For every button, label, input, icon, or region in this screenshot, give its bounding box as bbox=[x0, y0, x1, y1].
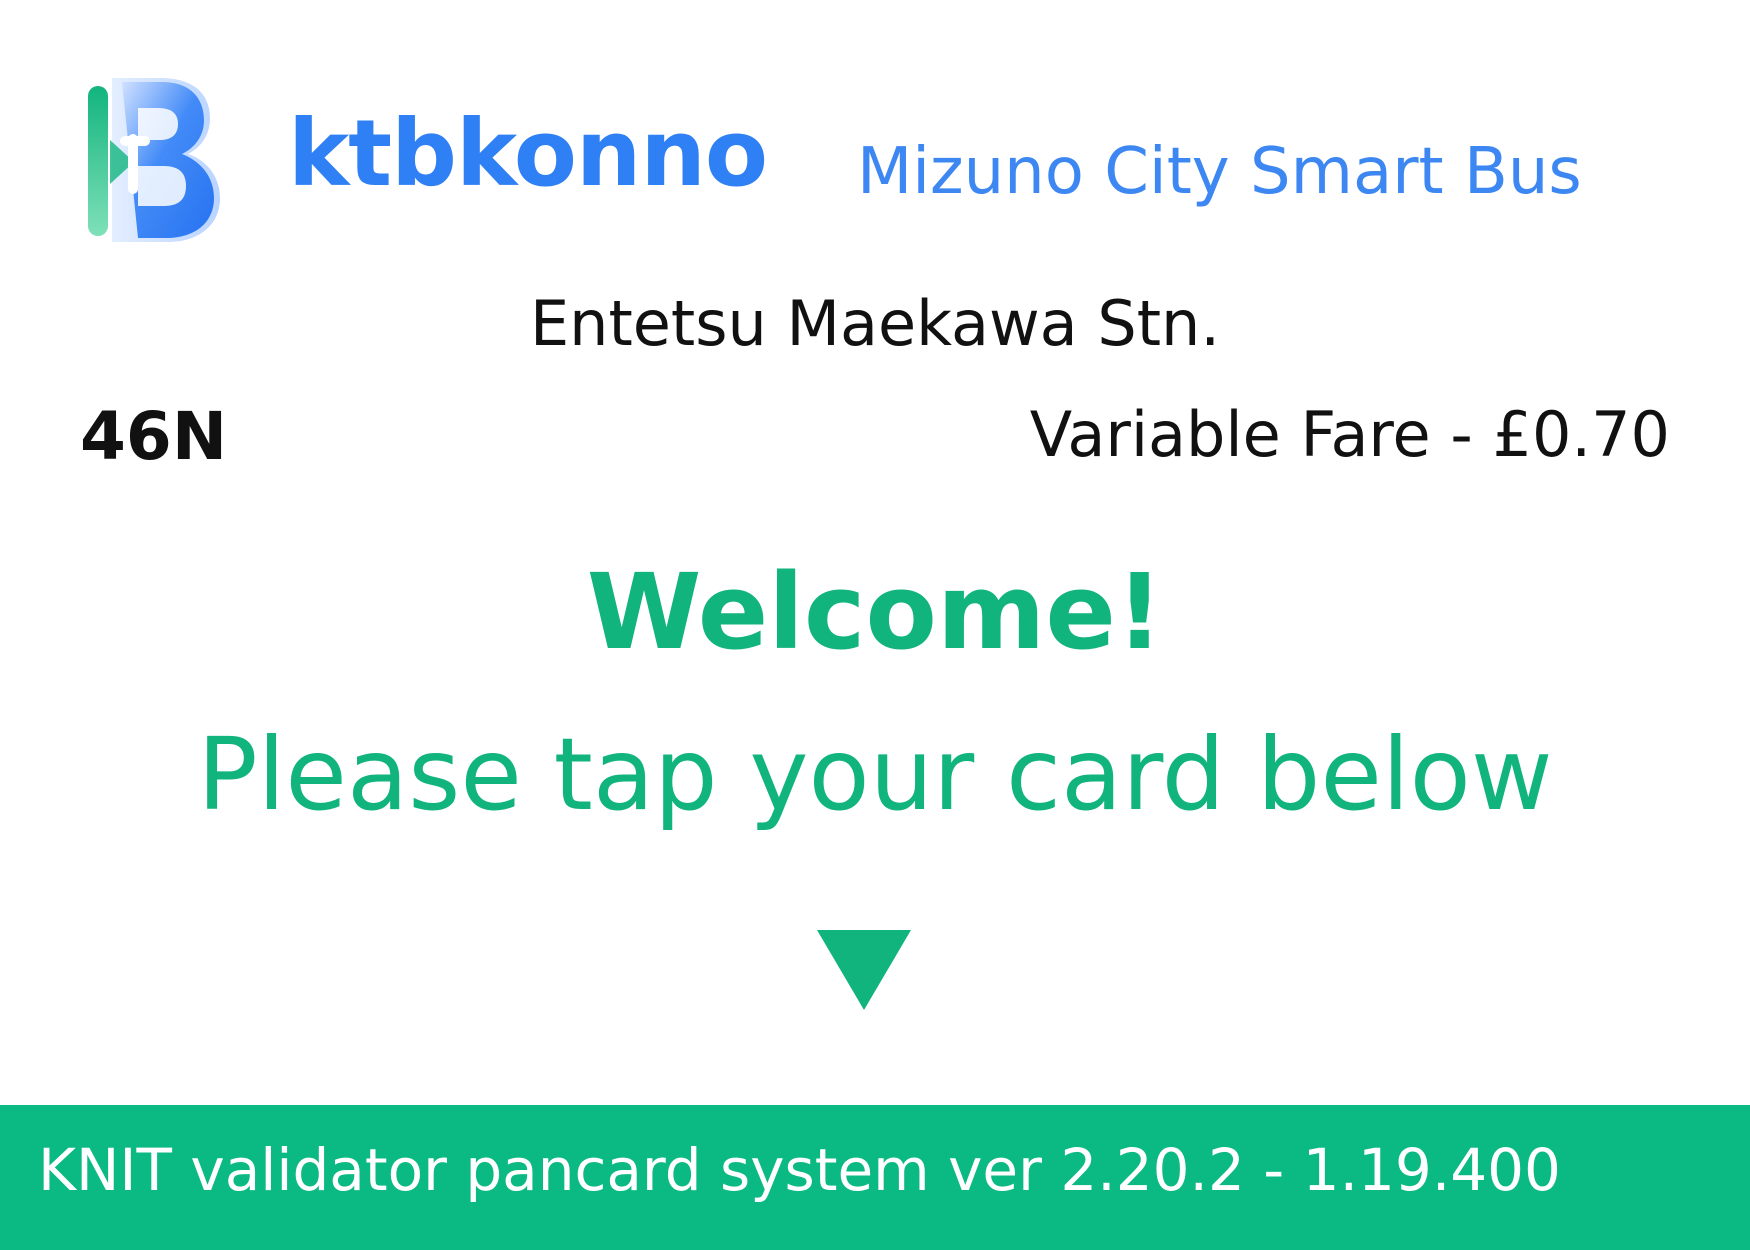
down-triangle-icon bbox=[817, 930, 911, 1010]
tap-instruction: Please tap your card below bbox=[197, 716, 1553, 833]
system-version-text: KNIT validator pancard system ver 2.20.2… bbox=[38, 1136, 1561, 1204]
welcome-heading: Welcome! bbox=[586, 551, 1164, 673]
ktbkonno-logo-icon bbox=[88, 78, 220, 242]
service-name: Mizuno City Smart Bus bbox=[857, 135, 1582, 209]
stop-name: Entetsu Maekawa Stn. bbox=[529, 287, 1221, 360]
footer-bar: KNIT validator pancard system ver 2.20.2… bbox=[0, 1105, 1750, 1250]
brand-name: ktbkonno bbox=[288, 100, 768, 207]
route-number: 46N bbox=[80, 398, 228, 475]
fare-text: Variable Fare - £0.70 bbox=[1029, 398, 1670, 471]
